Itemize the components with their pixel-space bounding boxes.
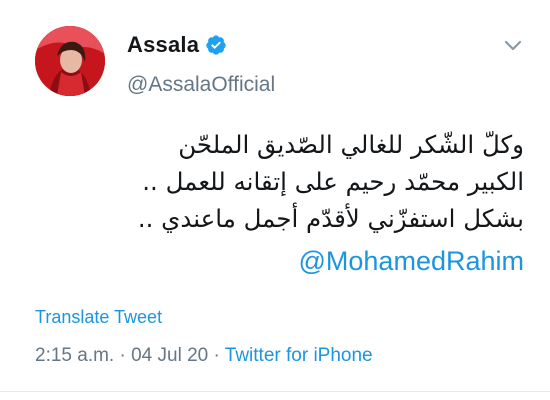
avatar-image — [35, 26, 105, 96]
meta-separator: · — [119, 345, 126, 366]
author-name-row[interactable]: Assala — [127, 32, 227, 58]
mention-link[interactable]: @MohamedRahim — [299, 246, 525, 277]
tweet-text-line: وكلّ الشّكر للغالي الصّديق الملحّن — [178, 130, 524, 159]
tweet-card: Assala @AssalaOfficial وكلّ الشّكر للغال… — [0, 0, 550, 400]
verified-badge-icon — [205, 34, 227, 56]
tweet-text-line: بشكل استفزّني لأقدّم أجمل ماعندي .. — [137, 204, 524, 233]
tweet-metadata: 2:15 a.m. · 04 Jul 20 · Twitter for iPho… — [35, 345, 373, 367]
avatar[interactable] — [35, 26, 105, 96]
chevron-down-icon[interactable] — [502, 34, 524, 56]
tweet-text: وكلّ الشّكر للغالي الصّديق الملحّن الكبي… — [54, 126, 524, 237]
divider — [0, 391, 550, 392]
translate-tweet-link[interactable]: Translate Tweet — [35, 307, 162, 328]
tweet-source-link[interactable]: Twitter for iPhone — [225, 345, 373, 366]
tweet-text-line: الكبير محمّد رحيم على إتقانه للعمل .. — [142, 167, 524, 196]
author-handle[interactable]: @AssalaOfficial — [127, 73, 275, 97]
author-display-name[interactable]: Assala — [127, 32, 199, 58]
meta-separator: · — [213, 345, 220, 366]
tweet-date[interactable]: 04 Jul 20 — [131, 345, 208, 366]
tweet-time[interactable]: 2:15 a.m. — [35, 345, 114, 366]
